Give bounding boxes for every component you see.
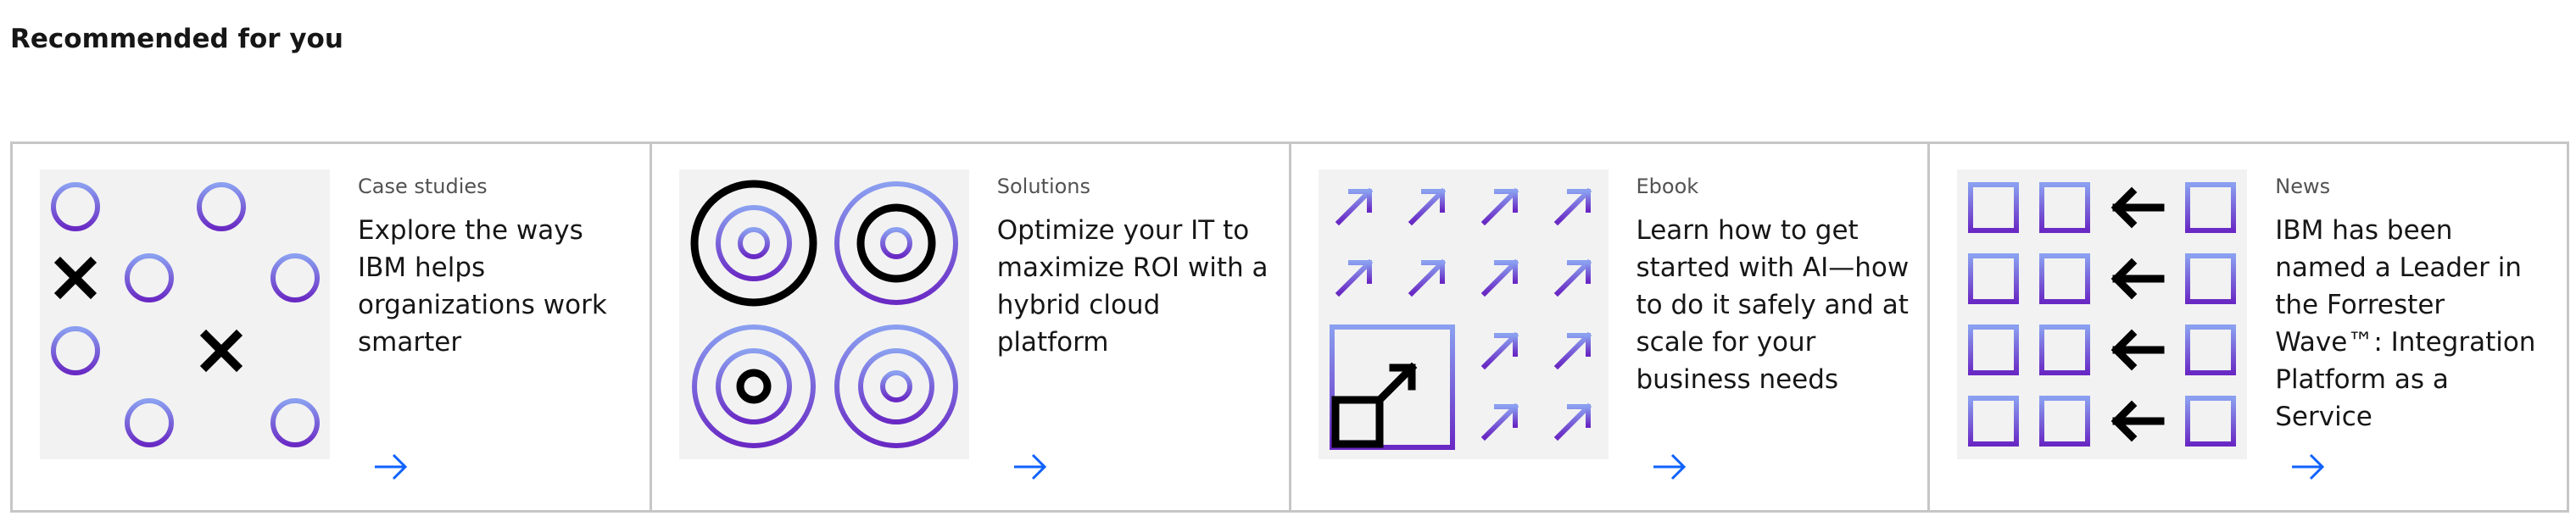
- section-title: Recommended for you: [10, 24, 343, 54]
- arrow-right-icon[interactable]: [373, 452, 409, 481]
- card-eyebrow: Ebook: [1636, 175, 1699, 198]
- arrow-right-icon[interactable]: [2290, 452, 2326, 481]
- card-ebook[interactable]: Ebook Learn how to get started with AI—h…: [1288, 144, 1928, 510]
- card-case-studies[interactable]: Case studies Explore the ways IBM helps …: [10, 144, 650, 510]
- card-news[interactable]: News IBM has been named a Leader in the …: [1927, 144, 2569, 510]
- card-eyebrow: Case studies: [358, 175, 488, 198]
- integration-blocks-pictogram: [1957, 169, 2248, 459]
- card-headline[interactable]: Explore the ways IBM helps organizations…: [358, 212, 633, 361]
- tic-tac-toe-pictogram: [40, 169, 330, 459]
- card-headline[interactable]: Optimize your IT to maximize ROI with a …: [997, 212, 1272, 361]
- card-headline[interactable]: Learn how to get started with AI—how to …: [1636, 212, 1911, 398]
- scale-arrows-pictogram: [1318, 169, 1609, 459]
- recommendation-cards: Case studies Explore the ways IBM helps …: [10, 141, 2569, 513]
- card-headline[interactable]: IBM has been named a Leader in the Forre…: [2275, 212, 2550, 435]
- card-eyebrow: News: [2275, 175, 2331, 198]
- card-solutions[interactable]: Solutions Optimize your IT to maximize R…: [649, 144, 1289, 510]
- arrow-right-icon[interactable]: [1652, 452, 1687, 481]
- arrow-right-icon[interactable]: [1012, 452, 1048, 481]
- card-eyebrow: Solutions: [996, 175, 1091, 198]
- concentric-targets-pictogram: [678, 169, 969, 459]
